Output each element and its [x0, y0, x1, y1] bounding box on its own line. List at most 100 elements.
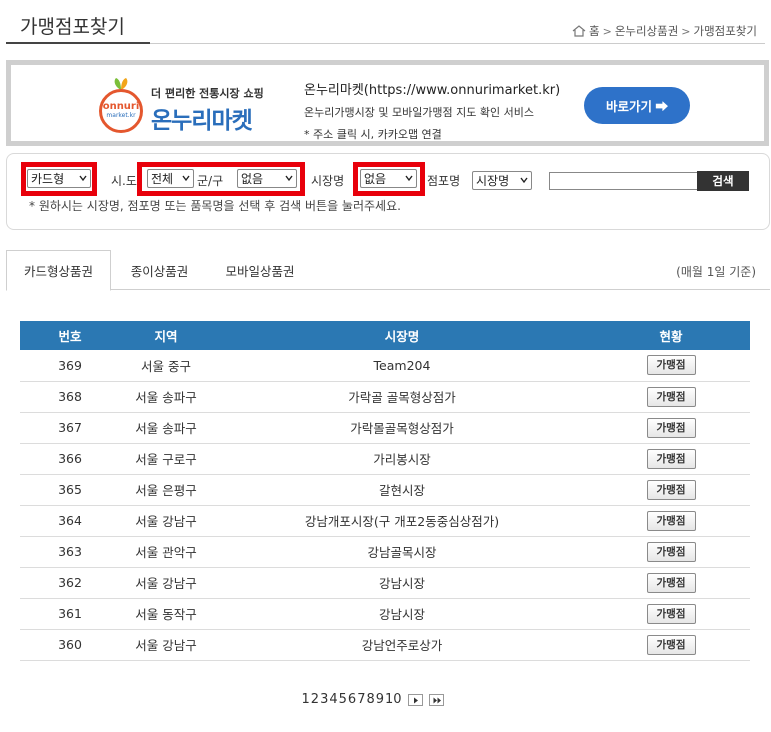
table-row: 364 서울 강남구 강남개포시장(구 개포2동중심상점가) 가맹점	[20, 505, 750, 537]
page-link-6[interactable]: 6	[347, 692, 356, 707]
row-market: 강남언주로상가	[212, 629, 592, 661]
store-list-button[interactable]: 가맹점	[646, 355, 696, 376]
row-number: 361	[20, 598, 120, 630]
page-link-2[interactable]: 2	[310, 692, 319, 707]
page-link-3[interactable]: 3	[320, 692, 329, 707]
chevron-down-icon	[285, 175, 293, 182]
row-region: 서울 송파구	[120, 381, 212, 413]
sido-label: 시.도	[111, 174, 137, 188]
row-market: 강남골목시장	[212, 536, 592, 568]
row-market: 가리봉시장	[212, 443, 592, 475]
tab-paper-voucher[interactable]: 종이상품권	[111, 250, 208, 291]
banner-line-2: 온누리가맹시장 및 모바일가맹점 지도 확인 서비스	[304, 106, 535, 119]
row-region: 서울 구로구	[120, 443, 212, 475]
table-row: 361 서울 동작구 강남시장 가맹점	[20, 598, 750, 630]
logo-badge: onnuri market.kr	[99, 89, 143, 133]
gugun-select[interactable]: 없음	[237, 169, 297, 188]
table-row: 367 서울 송파구 가락몰골목형상점가 가맹점	[20, 412, 750, 444]
tabs-note: (매월 1일 기준)	[676, 265, 756, 279]
row-market: 가락골 골목형상점가	[212, 381, 592, 413]
row-status-cell: 가맹점	[592, 567, 750, 599]
store-list-button[interactable]: 가맹점	[646, 603, 696, 624]
store-select[interactable]: 시장명	[472, 171, 532, 190]
tab-card-voucher[interactable]: 카드형상품권	[6, 250, 111, 291]
chevron-right-icon: >	[681, 24, 691, 38]
row-number: 363	[20, 536, 120, 568]
next-page-button[interactable]	[408, 693, 424, 706]
row-market: 강남시장	[212, 567, 592, 599]
breadcrumb: 홈 > 온누리상품권 > 가맹점포찾기	[572, 23, 757, 39]
column-header-market: 시장명	[212, 321, 592, 350]
row-status-cell: 가맹점	[592, 381, 750, 413]
search-note: * 원하시는 시장명, 점포명 또는 품목명을 선택 후 검색 버튼을 눌러주세…	[29, 199, 401, 213]
page-link-7[interactable]: 7	[357, 692, 366, 707]
page-link-5[interactable]: 5	[338, 692, 347, 707]
row-number: 360	[20, 629, 120, 661]
row-number: 366	[20, 443, 120, 475]
sido-select[interactable]: 전체	[147, 169, 194, 188]
row-market: Team204	[212, 350, 592, 382]
chevron-down-icon	[79, 175, 87, 182]
market-select-value: 없음	[364, 172, 387, 186]
row-status-cell: 가맹점	[592, 443, 750, 475]
row-region: 서울 은평구	[120, 474, 212, 506]
logo-badge-top: onnuri	[102, 101, 140, 112]
store-list-button[interactable]: 가맹점	[646, 541, 696, 562]
logo-tagline: 더 편리한 전통시장 쇼핑	[151, 87, 264, 100]
page-title: 가맹점포찾기	[20, 16, 125, 38]
row-region: 서울 강남구	[120, 567, 212, 599]
table-row: 368 서울 송파구 가락골 골목형상점가 가맹점	[20, 381, 750, 413]
title-underline	[6, 42, 150, 44]
store-list-button[interactable]: 가맹점	[646, 386, 696, 407]
chevron-down-icon	[520, 177, 528, 184]
row-market: 강남시장	[212, 598, 592, 630]
onnurimarket-banner[interactable]: onnuri market.kr 더 편리한 전통시장 쇼핑 온누리마켓 온누리…	[6, 60, 769, 146]
store-list-button[interactable]: 가맹점	[646, 417, 696, 438]
store-list-button[interactable]: 가맹점	[646, 572, 696, 593]
next-icon	[414, 697, 419, 703]
market-select[interactable]: 없음	[360, 169, 417, 188]
store-list-button[interactable]: 가맹점	[646, 479, 696, 500]
table-row: 360 서울 강남구 강남언주로상가 가맹점	[20, 629, 750, 661]
row-number: 365	[20, 474, 120, 506]
chevron-down-icon	[405, 175, 413, 182]
tab-mobile-voucher[interactable]: 모바일상품권	[208, 250, 312, 291]
store-list-button[interactable]: 가맹점	[646, 510, 696, 531]
row-number: 362	[20, 567, 120, 599]
store-label: 점포명	[427, 174, 461, 188]
gugun-select-value: 없음	[241, 172, 264, 186]
store-list-button[interactable]: 가맹점	[646, 634, 696, 655]
page-link-9[interactable]: 9	[375, 692, 384, 707]
table-header-row: 번호 지역 시장명 현황	[20, 321, 750, 350]
type-select[interactable]: 카드형	[27, 169, 91, 188]
row-status-cell: 가맹점	[592, 629, 750, 661]
page-link-4[interactable]: 4	[329, 692, 338, 707]
market-label: 시장명	[311, 174, 345, 188]
last-page-icon	[433, 697, 442, 703]
banner-line-3: * 주소 클릭 시, 카카오맵 연결	[304, 128, 442, 141]
search-button[interactable]: 검색	[697, 171, 749, 191]
search-panel: 카드형 시.도 전체 군/구 없음 시장명 없음 점포명 시장명 검색 * 원하…	[6, 153, 770, 230]
table-row: 365 서울 은평구 갈현시장 가맹점	[20, 474, 750, 506]
page-link-10[interactable]: 10	[385, 692, 403, 707]
banner-text: 온누리마켓(https://www.onnurimarket.kr) 온누리가맹…	[304, 79, 560, 142]
row-number: 364	[20, 505, 120, 537]
gugun-label: 군/구	[197, 174, 224, 188]
last-page-button[interactable]	[429, 693, 445, 706]
row-status-cell: 가맹점	[592, 505, 750, 537]
row-status-cell: 가맹점	[592, 412, 750, 444]
search-input[interactable]	[549, 172, 699, 190]
row-status-cell: 가맹점	[592, 598, 750, 630]
row-status-cell: 가맹점	[592, 474, 750, 506]
breadcrumb-home[interactable]: 홈	[589, 23, 600, 39]
breadcrumb-onnuri[interactable]: 온누리상품권	[615, 23, 678, 39]
store-list-button[interactable]: 가맹점	[646, 448, 696, 469]
page-link-8[interactable]: 8	[366, 692, 375, 707]
row-region: 서울 중구	[120, 350, 212, 382]
home-icon[interactable]	[572, 25, 586, 37]
row-region: 서울 강남구	[120, 629, 212, 661]
page-link-1[interactable]: 1	[301, 692, 310, 707]
goto-button[interactable]: 바로가기 ➡	[584, 87, 690, 124]
row-market: 강남개포시장(구 개포2동중심상점가)	[212, 505, 592, 537]
pagination: 1 2 3 4 5 6 7 8 9 10	[301, 692, 445, 707]
